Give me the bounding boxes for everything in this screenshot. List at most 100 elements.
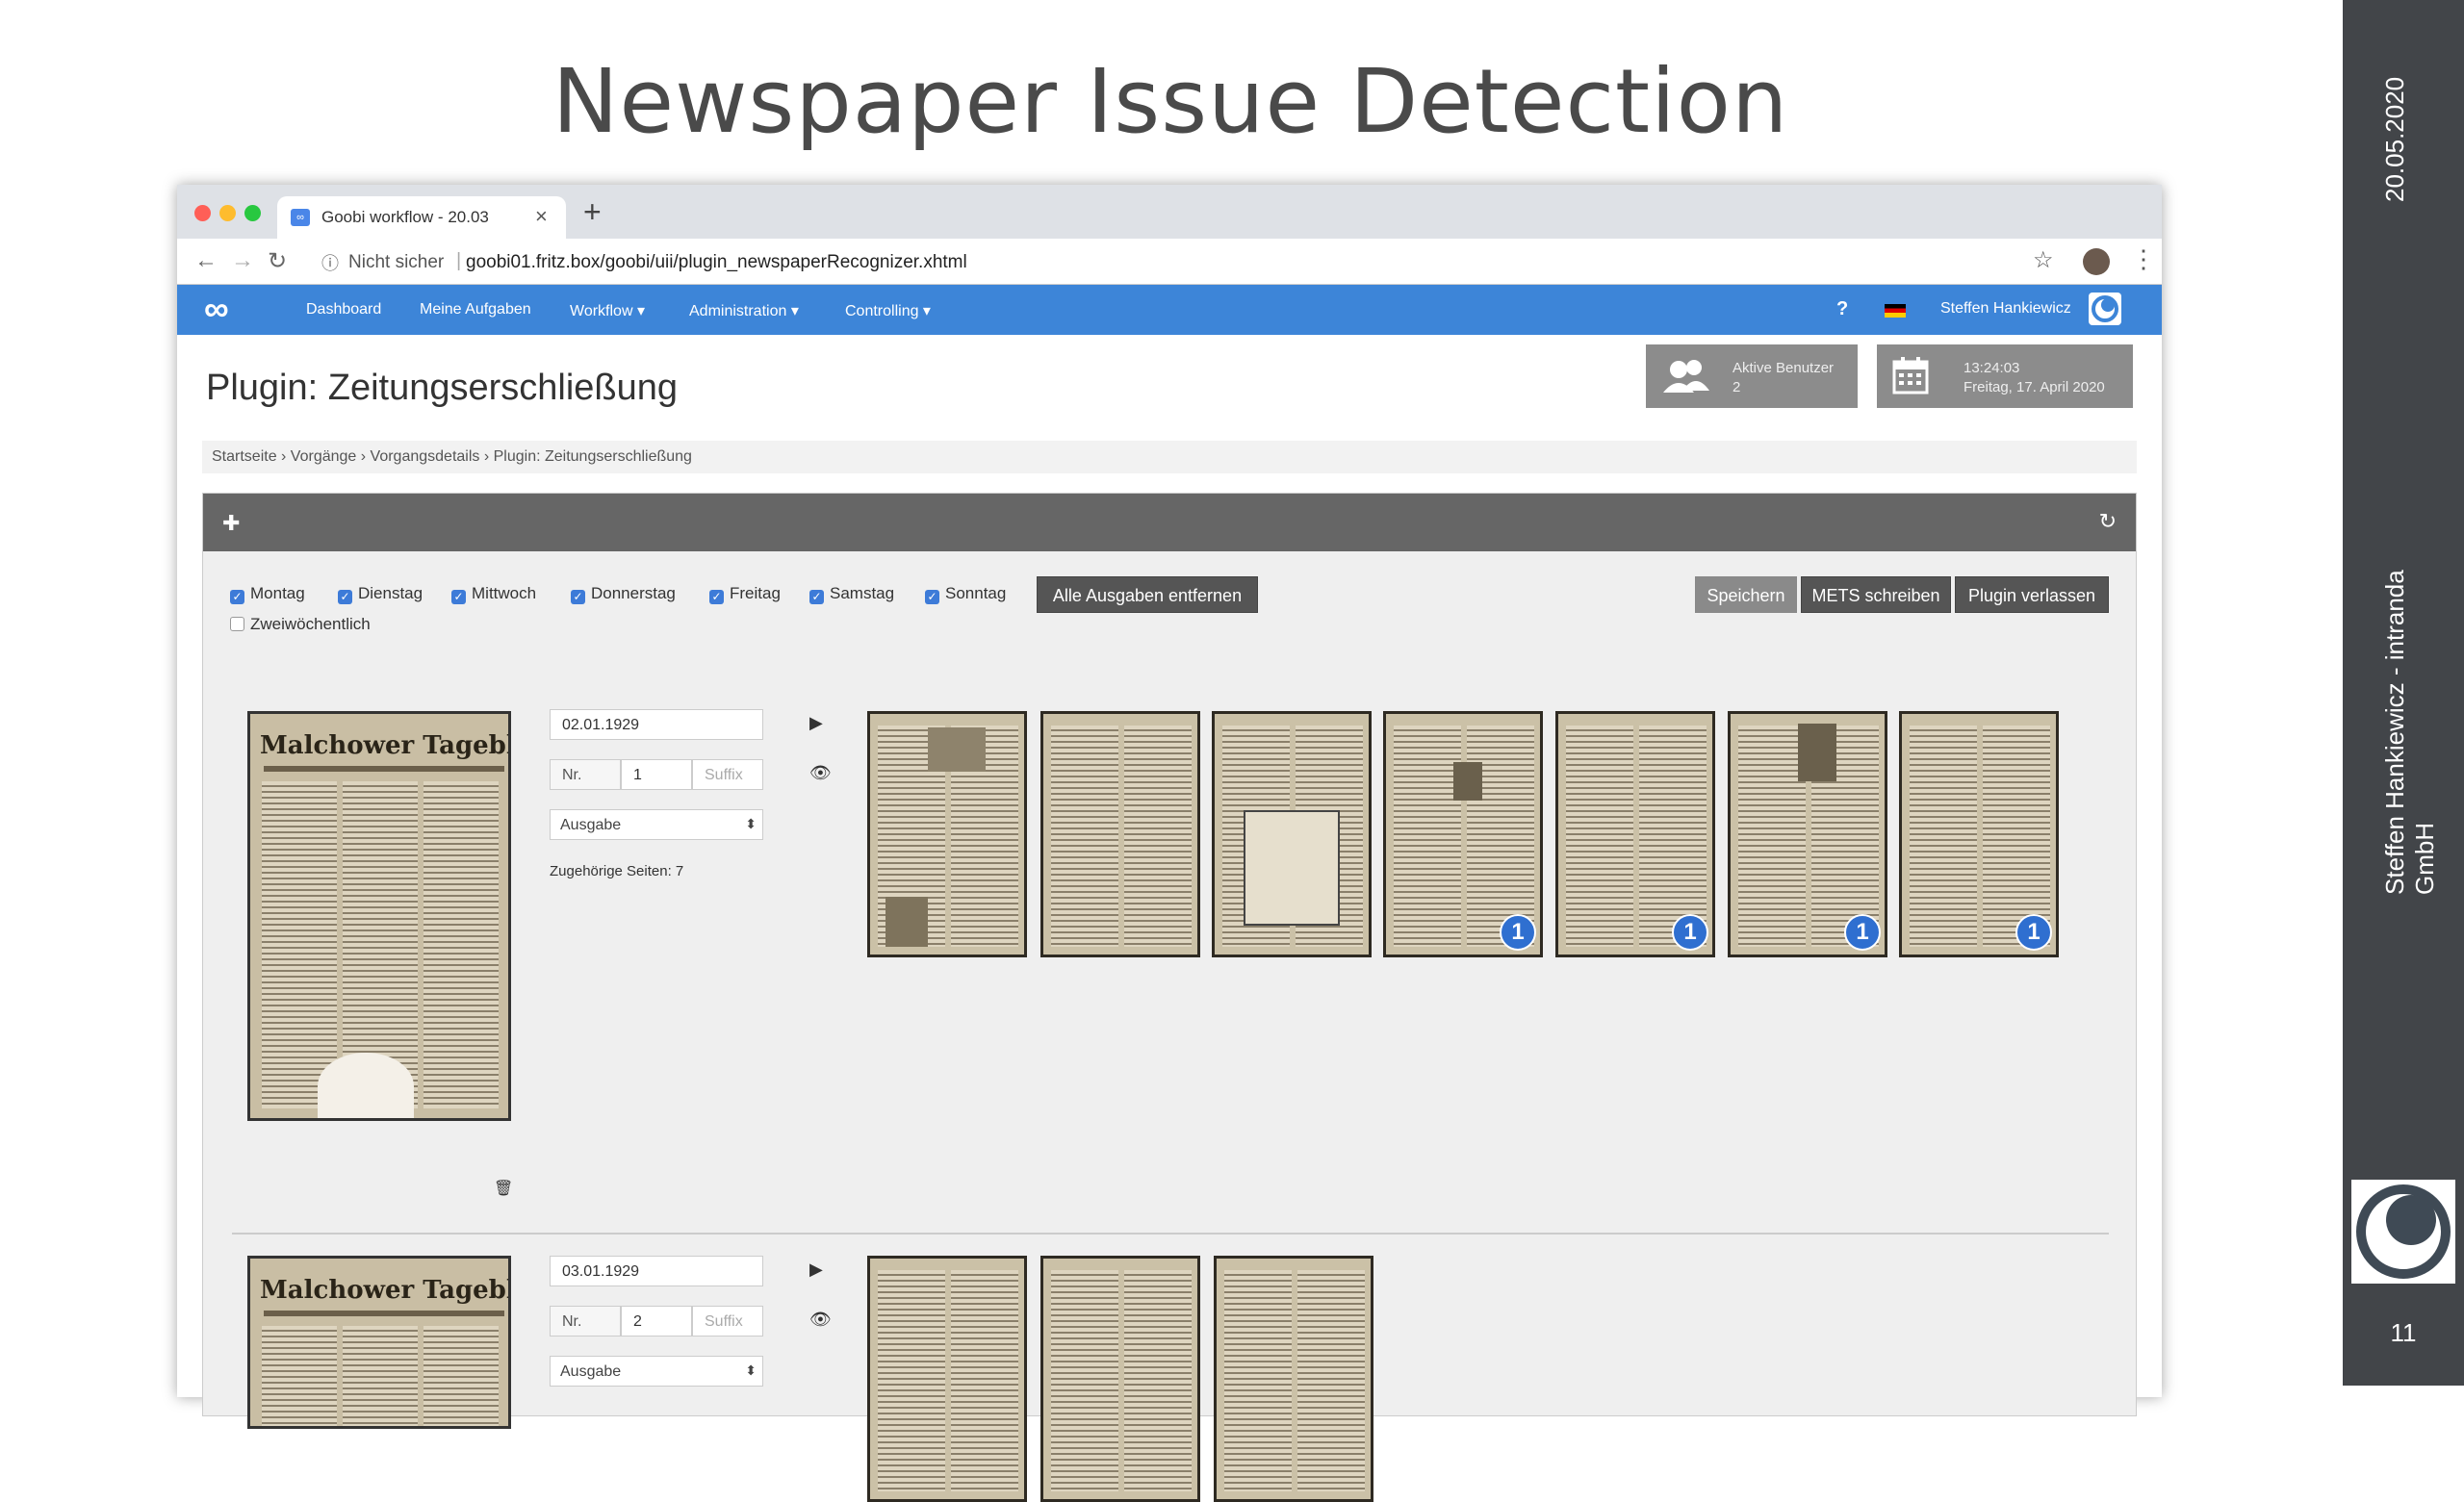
page-thumb[interactable] bbox=[1212, 711, 1372, 957]
issue-badge: 1 bbox=[1672, 914, 1708, 951]
issue-badge: 1 bbox=[1500, 914, 1536, 951]
users-icon bbox=[1663, 360, 1709, 393]
current-time: 13:24:03 bbox=[1964, 360, 2020, 376]
checkbox-donnerstag[interactable]: ✓ Donnerstag bbox=[571, 584, 676, 604]
leave-plugin-button[interactable]: Plugin verlassen bbox=[1955, 576, 2109, 613]
issue-badge: 1 bbox=[1844, 914, 1881, 951]
refresh-icon[interactable]: ↻ bbox=[2099, 509, 2117, 534]
minimize-window-icon[interactable] bbox=[219, 205, 236, 221]
calendar-icon bbox=[1892, 357, 1929, 395]
checkbox-montag[interactable]: ✓ Montag bbox=[230, 584, 305, 604]
page-thumb[interactable] bbox=[1040, 1256, 1200, 1502]
issue-front-page[interactable]: Malchower Tageblatt bbox=[247, 711, 511, 1121]
tab-bar: ∞ Goobi workflow - 20.03 × + bbox=[177, 185, 2162, 239]
page-thumb[interactable]: 1 bbox=[1383, 711, 1543, 957]
checkbox-icon[interactable]: ✓ bbox=[338, 590, 352, 604]
active-users-label: Aktive Benutzer bbox=[1732, 360, 1835, 376]
nav-controlling[interactable]: Controlling ▾ bbox=[845, 301, 931, 320]
page-thumb[interactable]: 1 bbox=[1555, 711, 1715, 957]
issue-type-select[interactable]: Ausgabe bbox=[550, 1356, 763, 1387]
checkbox-icon[interactable]: ✓ bbox=[925, 590, 939, 604]
forward-icon[interactable]: → bbox=[231, 247, 254, 274]
issue-nr-input[interactable]: 2 bbox=[621, 1306, 692, 1337]
close-window-icon[interactable] bbox=[194, 205, 211, 221]
page-thumb[interactable] bbox=[1214, 1256, 1373, 1502]
write-mets-button[interactable]: METS schreiben bbox=[1801, 576, 1951, 613]
remove-all-button[interactable]: Alle Ausgaben entfernen bbox=[1037, 576, 1258, 613]
play-icon[interactable]: ▶ bbox=[809, 713, 823, 733]
page-thumb[interactable]: 1 bbox=[1899, 711, 2059, 957]
datetime-box: 13:24:03 Freitag, 17. April 2020 bbox=[1877, 344, 2133, 408]
breadcrumb[interactable]: Startseite › Vorgänge › Vorgangsdetails … bbox=[202, 441, 2137, 473]
active-users-count: 2 bbox=[1732, 379, 1741, 395]
checkbox-icon[interactable]: ✓ bbox=[809, 590, 824, 604]
play-icon[interactable]: ▶ bbox=[809, 1260, 823, 1280]
goobi-logo-icon[interactable]: ∞ bbox=[204, 292, 229, 326]
trash-icon[interactable]: 🗑 bbox=[494, 1179, 513, 1198]
checkbox-icon[interactable]: ✓ bbox=[709, 590, 724, 604]
reload-icon[interactable]: ↻ bbox=[268, 247, 287, 275]
nav-meine-aufgaben[interactable]: Meine Aufgaben bbox=[420, 301, 531, 318]
url-text[interactable]: goobi01.fritz.box/goobi/uii/plugin_newsp… bbox=[466, 252, 967, 273]
omnibox[interactable]: ⓘ Nicht sicher | goobi01.fritz.box/goobi… bbox=[312, 244, 2054, 279]
profile-avatar[interactable] bbox=[2083, 248, 2110, 275]
issue-nr-input[interactable]: 1 bbox=[621, 759, 692, 790]
app-navbar: ∞ Dashboard Meine Aufgaben Workflow ▾ Ad… bbox=[177, 285, 2162, 335]
checkbox-samstag[interactable]: ✓ Samstag bbox=[809, 584, 894, 604]
plugin-panel: ✚ ↻ ✓ Montag ✓ Dienstag ✓ Mittwoch ✓ Donners… bbox=[202, 493, 2137, 1502]
checkbox-mittwoch[interactable]: ✓ Mittwoch bbox=[451, 584, 536, 604]
new-tab-icon[interactable]: + bbox=[583, 194, 602, 230]
browser-window: ∞ Goobi workflow - 20.03 × + ← → ↻ ⓘ Nic… bbox=[177, 185, 2162, 1502]
checkbox-freitag[interactable]: ✓ Freitag bbox=[709, 584, 781, 604]
issue-date-input[interactable]: 03.01.1929 bbox=[550, 1256, 763, 1286]
slide: Newspaper Issue Detection 20.05.2020 Ste… bbox=[0, 0, 2464, 1502]
address-bar: ← → ↻ ⓘ Nicht sicher | goobi01.fritz.box… bbox=[177, 239, 2162, 285]
slide-date: 20.05.2020 bbox=[2380, 76, 2409, 202]
user-name[interactable]: Steffen Hankiewicz bbox=[1940, 300, 2071, 318]
nav-workflow[interactable]: Workflow ▾ bbox=[570, 301, 645, 320]
puzzle-icon: ✚ bbox=[222, 511, 241, 535]
page-thumb[interactable] bbox=[867, 1256, 1027, 1502]
issue-badge: 1 bbox=[2015, 914, 2052, 951]
eye-icon[interactable]: 👁 bbox=[809, 763, 832, 783]
info-icon[interactable]: ⓘ bbox=[321, 250, 339, 275]
help-icon[interactable]: ? bbox=[1836, 298, 1848, 320]
issue-type-select[interactable]: Ausgabe bbox=[550, 809, 763, 840]
nav-administration[interactable]: Administration ▾ bbox=[689, 301, 799, 320]
slide-title: Newspaper Issue Detection bbox=[552, 50, 1789, 153]
checkbox-icon[interactable] bbox=[230, 617, 244, 631]
panel-header: ✚ ↻ bbox=[203, 494, 2136, 551]
issue-nr-label: Nr. bbox=[550, 1306, 621, 1337]
german-flag-icon[interactable] bbox=[1885, 304, 1906, 318]
checkbox-icon[interactable]: ✓ bbox=[451, 590, 466, 604]
checkbox-icon[interactable]: ✓ bbox=[230, 590, 244, 604]
page-thumb[interactable] bbox=[1040, 711, 1200, 957]
checkbox-icon[interactable]: ✓ bbox=[571, 590, 585, 604]
page-thumb[interactable]: 1 bbox=[1728, 711, 1887, 957]
close-tab-icon[interactable]: × bbox=[535, 204, 548, 229]
menu-kebab-icon[interactable]: ⋮ bbox=[2131, 244, 2156, 274]
issue-suffix-input[interactable]: Suffix bbox=[692, 1306, 763, 1337]
eye-icon[interactable]: 👁 bbox=[809, 1310, 832, 1330]
current-date: Freitag, 17. April 2020 bbox=[1964, 379, 2105, 395]
issue-suffix-input[interactable]: Suffix bbox=[692, 759, 763, 790]
maximize-window-icon[interactable] bbox=[244, 205, 261, 221]
checkbox-sonntag[interactable]: ✓ Sonntag bbox=[925, 584, 1006, 604]
pages-count-text: Zugehörige Seiten: 7 bbox=[550, 863, 684, 879]
issue-date-input[interactable]: 02.01.1929 bbox=[550, 709, 763, 740]
bookmark-star-icon[interactable]: ☆ bbox=[2033, 246, 2054, 274]
nav-dashboard[interactable]: Dashboard bbox=[306, 301, 381, 318]
security-label: Nicht sicher bbox=[348, 252, 445, 272]
page-number: 11 bbox=[2390, 1318, 2417, 1347]
masthead-text: Malchower Tageblatt bbox=[260, 731, 508, 760]
page-thumb[interactable] bbox=[867, 711, 1027, 957]
checkbox-zweiwoechentlich[interactable]: Zweiwöchentlich bbox=[230, 615, 371, 634]
browser-tab[interactable]: ∞ Goobi workflow - 20.03 × bbox=[277, 196, 566, 239]
save-button[interactable]: Speichern bbox=[1695, 576, 1797, 613]
issue-front-page[interactable]: Malchower Tageblatt bbox=[247, 1256, 511, 1429]
user-logo-icon[interactable] bbox=[2089, 293, 2121, 325]
tab-title: Goobi workflow - 20.03 bbox=[321, 208, 489, 226]
checkbox-dienstag[interactable]: ✓ Dienstag bbox=[338, 584, 423, 604]
page-title: Plugin: Zeitungserschließung bbox=[206, 368, 679, 408]
back-icon[interactable]: ← bbox=[194, 247, 218, 274]
